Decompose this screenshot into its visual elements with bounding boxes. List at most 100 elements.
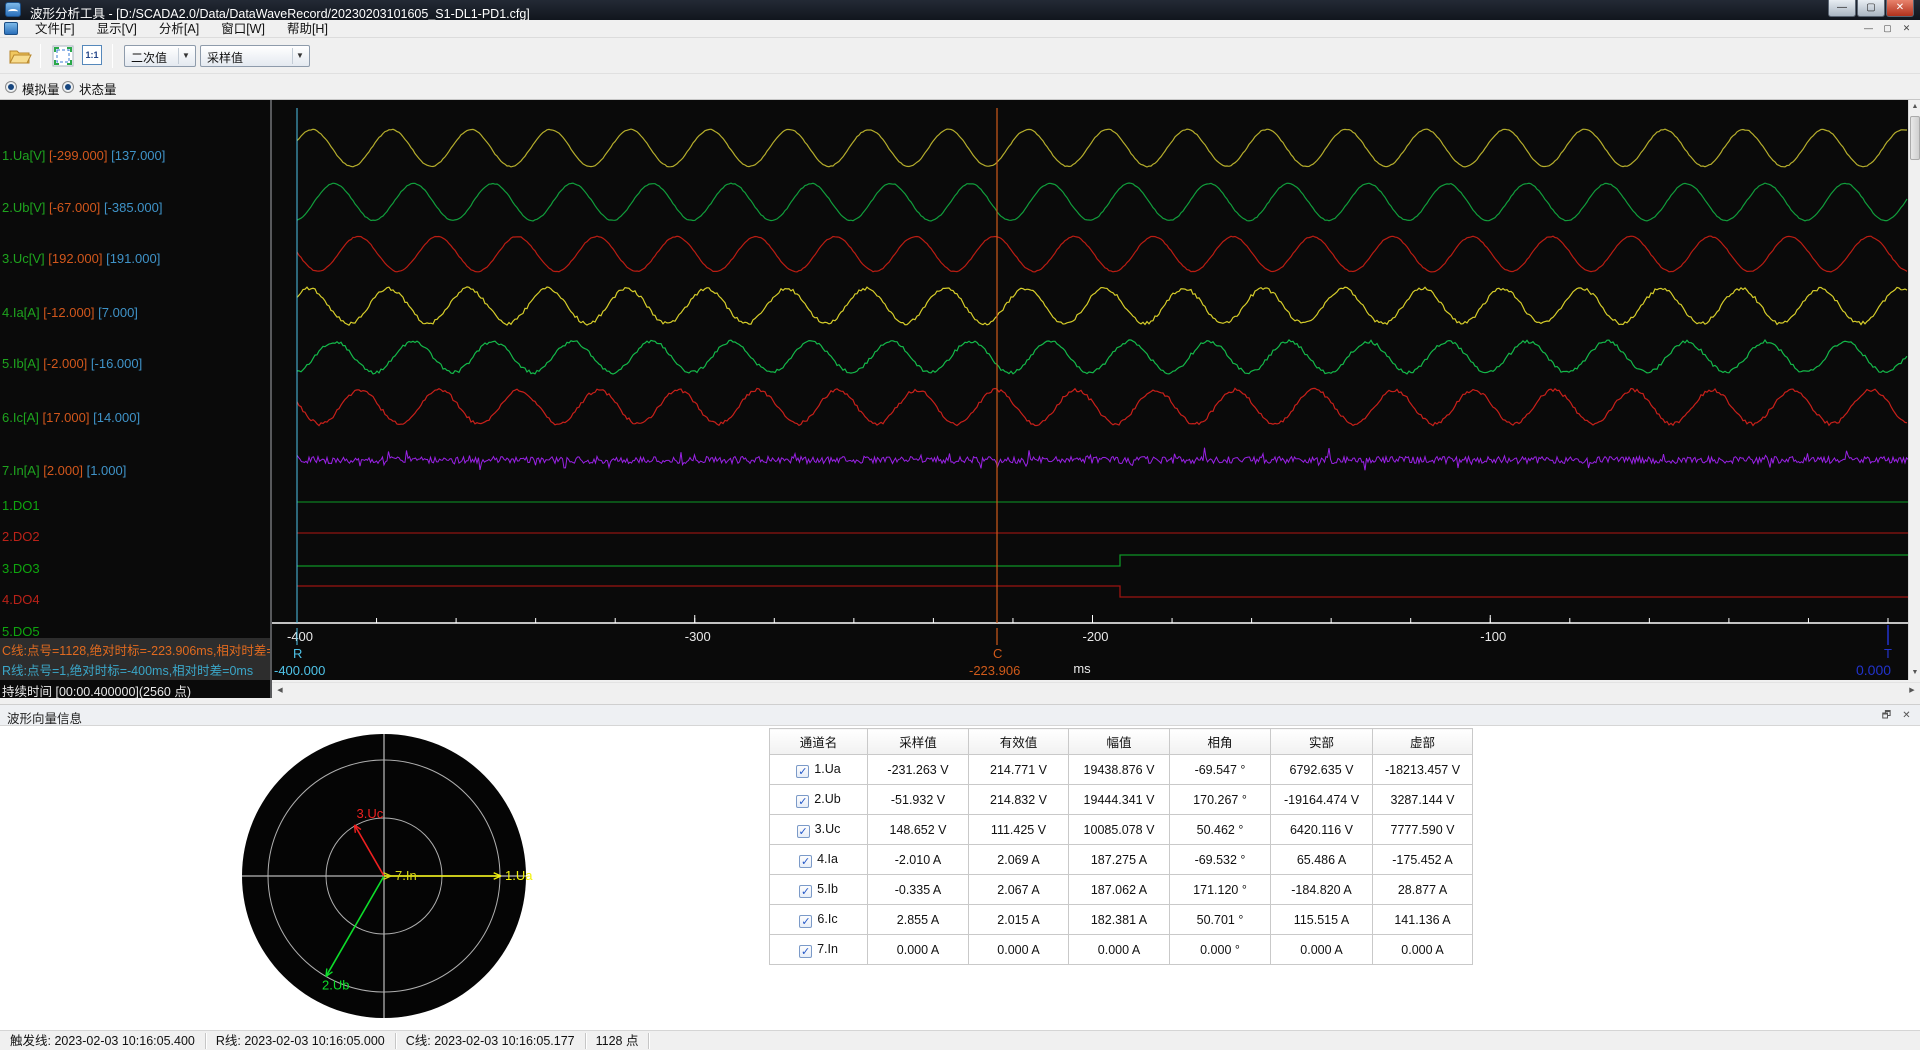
table-row[interactable]: ✓4.Ia-2.010 A2.069 A187.275 A-69.532 °65… <box>770 845 1473 875</box>
menu-item[interactable]: 帮助[H] <box>276 20 339 38</box>
digital-channel-label[interactable]: 2.DO2 <box>2 529 40 544</box>
waveform-area[interactable]: -400-300-200-100msR-400.000C-223.906T0.0… <box>272 100 1908 680</box>
vector-panel-content: 1.Ua2.Ub3.Uc7.In 通道名采样值有效值幅值相角实部虚部✓1.Ua-… <box>0 726 1920 1030</box>
value-cell: -18213.457 V <box>1373 755 1473 785</box>
c-cursor-value: -223.906 <box>969 663 1020 678</box>
horizontal-scrollbar[interactable]: ◀ ▶ <box>272 682 1920 698</box>
status-item: C线: 2023-02-03 10:16:05.177 <box>396 1033 586 1049</box>
channel-label[interactable]: 4.Ia[A] [-12.000] [7.000] <box>2 305 138 320</box>
value-cell: 171.120 ° <box>1170 875 1271 905</box>
digital-channel-label[interactable]: 5.DO5 <box>2 624 40 639</box>
table-row[interactable]: ✓5.Ib-0.335 A2.067 A187.062 A171.120 °-1… <box>770 875 1473 905</box>
channel-checkbox[interactable]: ✓ <box>799 855 812 868</box>
menu-item[interactable]: 分析[A] <box>148 20 210 38</box>
minimize-button[interactable]: — <box>1828 0 1856 17</box>
open-file-button[interactable] <box>8 45 32 67</box>
channel-checkbox[interactable]: ✓ <box>799 945 812 958</box>
waveform-canvas[interactable]: -400-300-200-100msR-400.000C-223.906T0.0… <box>272 100 1908 680</box>
table-header-cell: 虚部 <box>1373 729 1473 755</box>
value-cell: 65.486 A <box>1271 845 1373 875</box>
value-cell: 214.832 V <box>969 785 1069 815</box>
scroll-down-icon[interactable]: ▼ <box>1909 666 1920 680</box>
menu-item[interactable]: 文件[F] <box>24 20 86 38</box>
close-panel-icon[interactable]: ✕ <box>1899 708 1914 723</box>
value-cell: 2.069 A <box>969 845 1069 875</box>
analog-radio[interactable] <box>5 81 17 93</box>
c-line-info: C线:点号=1128,绝对时标=-223.906ms,相对时差= <box>2 640 272 659</box>
value-cell: 28.877 A <box>1373 875 1473 905</box>
value-cell: 50.462 ° <box>1170 815 1271 845</box>
scroll-up-icon[interactable]: ▲ <box>1909 100 1920 114</box>
channel-cell: ✓ 5.Ib <box>770 875 868 905</box>
value-cell: 0.000 A <box>1373 935 1473 965</box>
channel-checkbox[interactable]: ✓ <box>799 915 812 928</box>
channel-checkbox[interactable]: ✓ <box>796 765 809 778</box>
channel-checkbox[interactable]: ✓ <box>797 825 810 838</box>
digital-channel-label[interactable]: 3.DO3 <box>2 561 40 576</box>
table-row[interactable]: ✓1.Ua-231.263 V214.771 V19438.876 V-69.5… <box>770 755 1473 785</box>
x-tick-label: -300 <box>685 629 711 644</box>
status-item: 1128 点 <box>586 1033 650 1049</box>
folder-open-icon <box>8 45 32 67</box>
phasor-label: 1.Ua <box>505 868 533 883</box>
mdi-close-button[interactable]: ✕ <box>1897 21 1916 36</box>
r-cursor-value: -400.000 <box>274 663 325 678</box>
digital-channel-label[interactable]: 4.DO4 <box>2 592 40 607</box>
one-to-one-button[interactable]: 1:1 <box>82 45 106 67</box>
fit-view-icon <box>52 45 74 67</box>
table-row[interactable]: ✓6.Ic2.855 A2.015 A182.381 A50.701 °115.… <box>770 905 1473 935</box>
table-row[interactable]: ✓3.Uc148.652 V111.425 V10085.078 V50.462… <box>770 815 1473 845</box>
value-cell: 187.275 A <box>1069 845 1170 875</box>
mdi-restore-button[interactable]: ▢ <box>1878 21 1897 36</box>
display-type-dropdown[interactable]: 采样值 ▼ <box>200 45 310 67</box>
value-cell: -69.547 ° <box>1170 755 1271 785</box>
value-type-dropdown[interactable]: 二次值 ▼ <box>124 45 196 67</box>
channel-label[interactable]: 3.Uc[V] [192.000] [191.000] <box>2 251 160 266</box>
scroll-left-icon[interactable]: ◀ <box>273 684 287 698</box>
digital-channel-label[interactable]: 1.DO1 <box>2 498 40 513</box>
mdi-minimize-button[interactable]: — <box>1859 21 1878 36</box>
toolbar: 1:1 二次值 ▼ 采样值 ▼ <box>0 38 1920 74</box>
x-tick-label: -400 <box>287 629 313 644</box>
value-cell: -2.010 A <box>868 845 969 875</box>
table-header-cell: 有效值 <box>969 729 1069 755</box>
close-button[interactable]: ✕ <box>1886 0 1914 17</box>
channel-label[interactable]: 5.Ib[A] [-2.000] [-16.000] <box>2 356 142 371</box>
value-cell: 6792.635 V <box>1271 755 1373 785</box>
menu-bar: 文件[F]显示[V]分析[A]窗口[W]帮助[H] —▢✕ <box>0 20 1920 38</box>
channel-name: 5.Ib <box>817 882 838 896</box>
fit-view-button[interactable] <box>52 45 76 67</box>
value-cell: 0.000 A <box>969 935 1069 965</box>
float-panel-icon[interactable]: 🗗 <box>1879 708 1894 723</box>
value-cell: 2.015 A <box>969 905 1069 935</box>
t-marker-value: 0.000 <box>1856 662 1891 678</box>
x-axis-unit: ms <box>1073 661 1091 676</box>
state-radio[interactable] <box>62 81 74 93</box>
menu-item[interactable]: 显示[V] <box>86 20 148 38</box>
channel-label[interactable]: 6.Ic[A] [17.000] [14.000] <box>2 410 140 425</box>
chevron-down-icon: ▼ <box>292 48 307 64</box>
vertical-scroll-thumb[interactable] <box>1910 116 1920 160</box>
one-to-one-icon: 1:1 <box>82 45 102 65</box>
vector-panel-title: 波形向量信息 <box>7 708 82 727</box>
channel-checkbox[interactable]: ✓ <box>796 795 809 808</box>
menu-item[interactable]: 窗口[W] <box>210 20 276 38</box>
table-row[interactable]: ✓7.In0.000 A0.000 A0.000 A0.000 °0.000 A… <box>770 935 1473 965</box>
status-item: R线: 2023-02-03 10:16:05.000 <box>206 1033 396 1049</box>
channel-label[interactable]: 7.In[A] [2.000] [1.000] <box>2 463 126 478</box>
vertical-scrollbar[interactable]: ▲ ▼ <box>1908 100 1920 680</box>
mdi-window-controls: —▢✕ <box>1859 21 1916 36</box>
maximize-button[interactable]: ▢ <box>1857 0 1885 17</box>
value-cell: -231.263 V <box>868 755 969 785</box>
channel-checkbox[interactable]: ✓ <box>799 885 812 898</box>
r-cursor-label: R <box>293 646 302 661</box>
table-row[interactable]: ✓2.Ub-51.932 V214.832 V19444.341 V170.26… <box>770 785 1473 815</box>
value-cell: 214.771 V <box>969 755 1069 785</box>
channel-label[interactable]: 2.Ub[V] [-67.000] [-385.000] <box>2 200 162 215</box>
scroll-right-icon[interactable]: ▶ <box>1905 684 1919 698</box>
phasor-label: 7.In <box>395 868 417 883</box>
channel-cell: ✓4.Ia <box>770 845 868 875</box>
analog-radio-label: 模拟量 <box>22 79 60 98</box>
channel-name: 7.In <box>817 942 838 956</box>
channel-label[interactable]: 1.Ua[V] [-299.000] [137.000] <box>2 148 165 163</box>
